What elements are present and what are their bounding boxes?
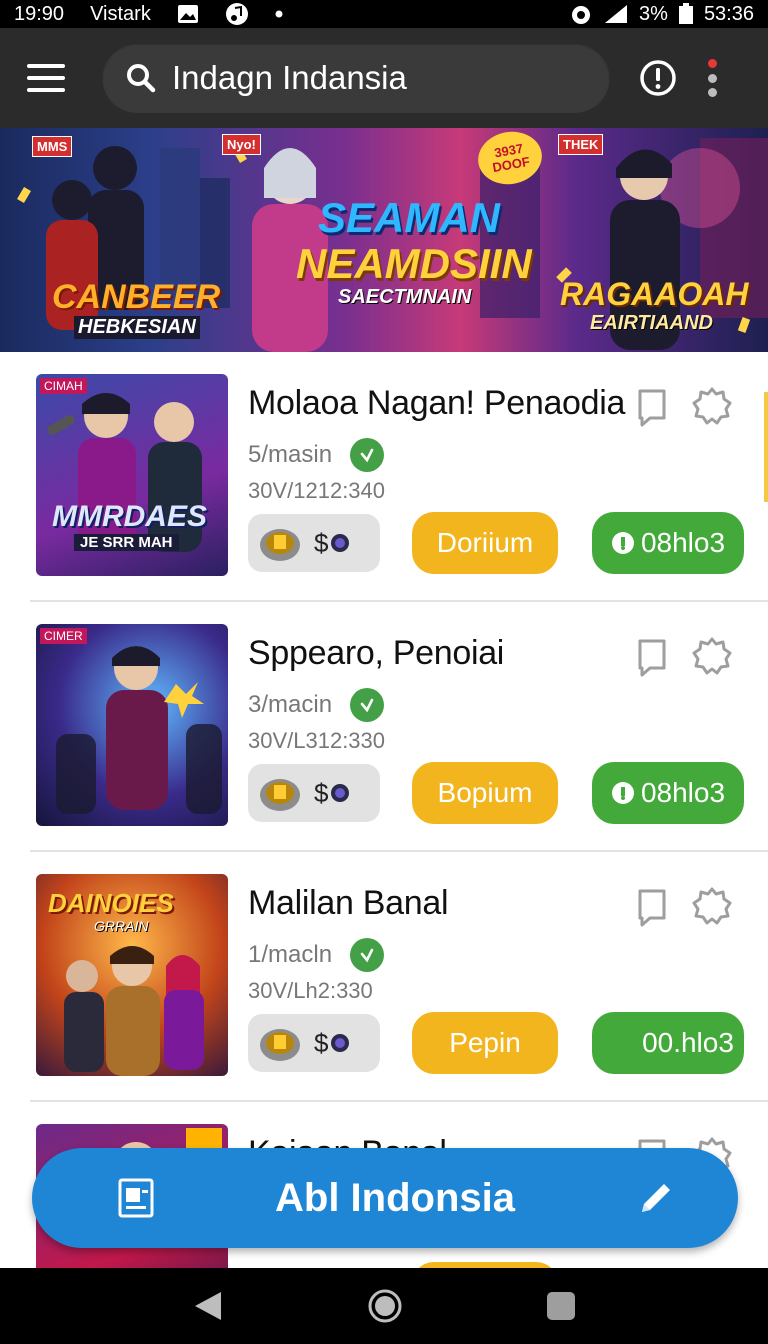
search-bar[interactable]: Indagn Indansia (102, 43, 610, 113)
item-title[interactable]: Malilan Banal (248, 884, 449, 923)
premium-button[interactable]: Pepin (412, 1012, 558, 1074)
price-pill[interactable]: $ (248, 764, 380, 822)
premium-button[interactable]: Doriium (412, 512, 558, 574)
thumb-subtitle: JE SRR MAH (74, 534, 179, 551)
item-title[interactable]: Molaoa Nagan! Penaodia (248, 384, 625, 423)
coin-icon (331, 784, 350, 802)
price-label: $ (314, 777, 329, 808)
item-detail: 30V/L312:330 (248, 728, 386, 753)
price-pill[interactable]: $ (248, 1014, 380, 1072)
search-icon (127, 64, 156, 93)
list-item[interactable]: DAINOIES GRRAIN Malilan Banal 1/macln 30… (30, 852, 768, 1102)
banner-center-title-2: NEAMDSIIN (296, 240, 532, 287)
bookmark-icon[interactable] (636, 388, 668, 428)
item-meta: 3/macin (248, 688, 385, 722)
document-icon (118, 1178, 154, 1218)
signal-icon (603, 3, 629, 25)
thumb-title: DAINOIES (48, 888, 174, 918)
item-count: 5/masin (248, 441, 333, 468)
gear-icon[interactable] (692, 886, 732, 926)
image-icon (177, 4, 199, 24)
thumb-tag: CIMAH (40, 378, 87, 394)
card-edge-accent (764, 392, 768, 502)
status-carrier: Vistark (90, 2, 151, 25)
recents-icon[interactable] (545, 1290, 577, 1322)
bookmark-icon[interactable] (636, 638, 668, 678)
gear-icon[interactable] (692, 386, 732, 426)
alert-icon (640, 60, 676, 96)
thumb-tag: CIMER (40, 628, 87, 644)
gear-icon[interactable] (692, 636, 732, 676)
menu-button[interactable] (20, 52, 72, 104)
item-thumbnail[interactable]: CIMER (36, 624, 228, 826)
search-input[interactable]: Indagn Indansia (172, 59, 407, 97)
item-meta: 1/macln (248, 938, 385, 972)
back-icon[interactable] (191, 1289, 225, 1323)
status-clock: 53:36 (703, 2, 754, 25)
alarm-icon (569, 2, 593, 26)
app-screen: 19:90 Vistark 3% 53:36 Indagn Indansia M… (0, 0, 768, 1344)
banner-center-subtitle: SAECTMNAIN (338, 286, 472, 308)
battery-icon (678, 3, 694, 25)
download-label: 08hlo3 (640, 777, 726, 808)
item-detail: 30V/Lh2:330 (248, 978, 373, 1003)
system-nav-bar (0, 1268, 768, 1344)
item-thumbnail[interactable]: CIMAH MMRDAES JE SRR MAH (36, 374, 228, 576)
banner-right-subtitle: EAIRTIAAND (590, 312, 713, 334)
verified-icon (350, 688, 385, 722)
item-title[interactable]: Sppearo, Penoiai (248, 634, 504, 673)
lock-icon (611, 532, 634, 554)
more-options-button[interactable] (702, 53, 722, 103)
coin-icon (331, 534, 350, 552)
promo-banner[interactable]: MMS Nyo! THEK 3937 DOOF CANBEER HEBKESIA… (0, 128, 768, 352)
banner-left-subtitle: HEBKESIAN (74, 316, 200, 339)
dot-icon (275, 10, 283, 18)
trophy-icon (260, 779, 300, 811)
music-icon (225, 2, 249, 26)
thumb-title: MMRDAES (52, 500, 207, 533)
home-icon[interactable] (367, 1288, 403, 1324)
status-bar: 19:90 Vistark 3% 53:36 (0, 0, 768, 28)
trophy-icon (260, 529, 300, 561)
verified-icon (350, 938, 385, 972)
premium-button[interactable]: Bopium (412, 762, 558, 824)
battery-percent: 3% (639, 2, 668, 25)
primary-action-button[interactable]: Abl Indonsia (32, 1148, 738, 1248)
app-bar: Indagn Indansia (0, 28, 768, 128)
download-button[interactable]: 08hlo3 (592, 512, 744, 574)
trophy-icon (260, 1029, 300, 1061)
thumb-subtitle: GRRAIN (94, 918, 149, 934)
info-button[interactable] (636, 56, 680, 100)
item-thumbnail[interactable]: DAINOIES GRRAIN (36, 874, 228, 1076)
price-label: $ (314, 527, 329, 558)
banner-right-title: RAGAAOAH (560, 276, 749, 312)
fab-label: Abl Indonsia (275, 1175, 515, 1220)
download-button[interactable]: 00.hlo3 (592, 1012, 744, 1074)
download-label: 00.hlo3 (642, 1027, 734, 1058)
banner-tag: Nyo! (222, 134, 261, 155)
price-pill[interactable]: $ (248, 514, 380, 572)
price-label: $ (314, 1027, 329, 1058)
pencil-icon (642, 1184, 670, 1212)
item-count: 1/macln (248, 941, 333, 968)
bookmark-icon[interactable] (636, 888, 668, 928)
item-meta: 5/masin (248, 438, 385, 472)
download-label: 08hlo3 (640, 527, 726, 558)
item-detail: 30V/1212:340 (248, 478, 386, 503)
download-button[interactable]: 08hlo3 (592, 762, 744, 824)
coin-icon (331, 1034, 350, 1052)
list-item[interactable]: CIMER Sppearo, Penoiai 3/macin 30V/L312:… (30, 602, 768, 852)
banner-left-title: CANBEER (52, 278, 221, 316)
hamburger-icon (27, 64, 65, 92)
thumbnail-art (56, 646, 222, 814)
banner-center-title: SEAMAN (318, 194, 501, 241)
lock-icon (611, 782, 634, 804)
status-time: 19:90 (14, 2, 65, 25)
item-count: 3/macin (248, 691, 333, 718)
list-item[interactable]: CIMAH MMRDAES JE SRR MAH Molaoa Nagan! P… (30, 352, 768, 602)
banner-tag: MMS (32, 136, 73, 157)
verified-icon (350, 438, 385, 472)
banner-tag: THEK (558, 134, 604, 155)
